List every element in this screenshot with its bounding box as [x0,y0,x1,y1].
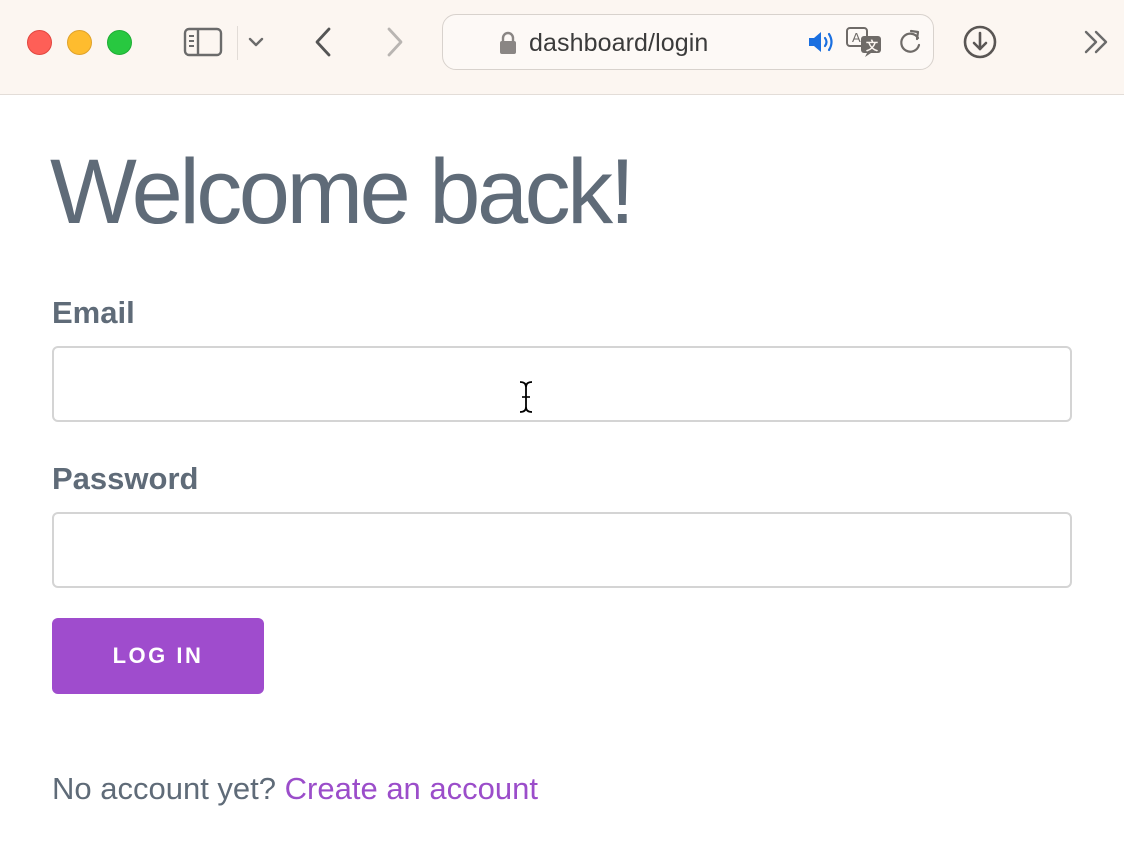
speaker-icon[interactable] [805,27,837,57]
text-cursor-icon [517,380,535,419]
chevron-right-icon[interactable] [380,24,410,60]
download-icon[interactable] [960,22,1000,62]
sidebar-icon[interactable] [182,24,224,60]
address-bar[interactable]: dashboard/login A 文 [442,14,934,70]
address-url: dashboard/login [529,29,709,57]
email-field[interactable] [52,346,1072,422]
close-window-button[interactable] [27,30,52,55]
reload-icon[interactable] [895,27,925,57]
browser-toolbar: dashboard/login A 文 [0,0,1124,95]
svg-text:文: 文 [866,38,879,53]
translate-icon[interactable]: A 文 [845,25,885,59]
chevron-down-icon[interactable] [246,32,266,52]
signup-prompt: No account yet? Create an account [52,770,538,808]
toolbar-separator [237,26,238,60]
maximize-window-button[interactable] [107,30,132,55]
chevron-left-icon[interactable] [308,24,338,60]
password-field[interactable] [52,512,1072,588]
login-button[interactable]: LOG IN [52,618,264,694]
create-account-link[interactable]: Create an account [285,771,538,806]
page-title: Welcome back! [50,141,635,243]
password-label: Password [52,461,199,496]
svg-text:A: A [852,30,861,45]
minimize-window-button[interactable] [67,30,92,55]
signup-prompt-text: No account yet? [52,771,277,806]
double-chevron-right-icon[interactable] [1080,26,1114,58]
lock-icon [498,31,518,60]
email-label: Email [52,295,135,330]
